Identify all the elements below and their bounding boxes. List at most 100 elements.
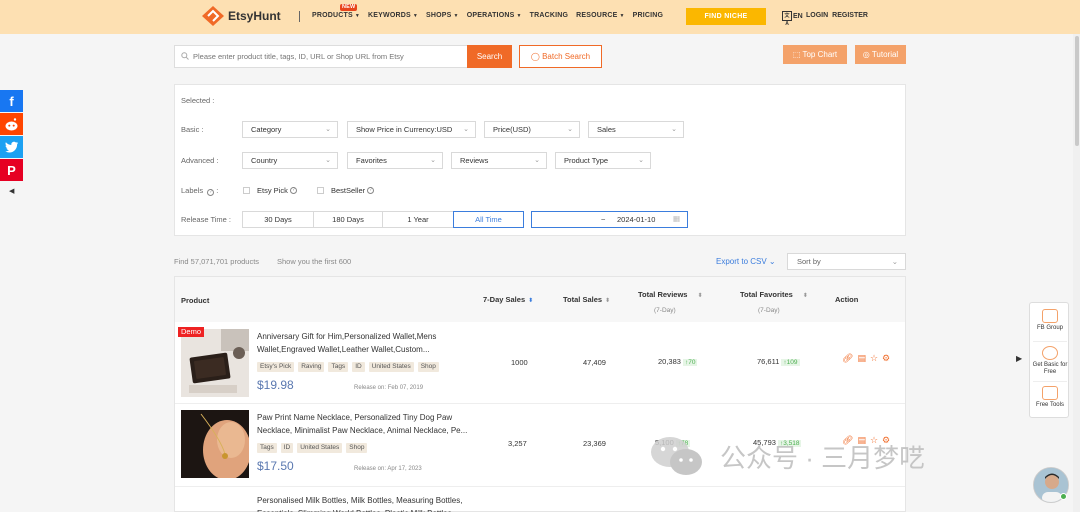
chevron-down-icon: ▼	[354, 12, 361, 19]
currency-select[interactable]: Show Price in Currency:USD ⌄	[347, 121, 476, 138]
tag-tags[interactable]: Tags	[328, 362, 349, 372]
nav-operations[interactable]: OPERATIONS ▼	[467, 12, 522, 19]
currency-select-label: Show Price in Currency:USD	[356, 125, 453, 134]
search-box[interactable]	[174, 45, 468, 68]
product-type-select[interactable]: Product Type ⌄	[555, 152, 651, 169]
nav-keywords[interactable]: KEYWORDS ▼	[368, 12, 418, 19]
results-count: Find 57,071,701 products	[174, 257, 260, 266]
chevron-down-icon: ⌄	[891, 257, 898, 266]
date-range-picker[interactable]: ~ 2024-01-10 ▦	[531, 211, 688, 228]
labels-label: Labels ? :	[181, 186, 219, 196]
batch-search-label: Batch Search	[542, 52, 591, 61]
tag-id[interactable]: ID	[352, 362, 365, 372]
sales-select[interactable]: Sales ⌄	[588, 121, 684, 138]
total-favorites-value: 76,611	[757, 357, 780, 366]
seven-day-sales: 3,257	[508, 439, 527, 448]
checkbox-icon	[243, 187, 250, 194]
top-chart-button[interactable]: ⬚ Top Chart	[783, 45, 847, 64]
header-7day-sales[interactable]: 7-Day Sales ⬍	[483, 295, 533, 304]
social-share-bar: f P	[0, 90, 23, 182]
header-total-favorites-label: Total Favorites	[740, 290, 793, 299]
help-icon[interactable]: ?	[367, 187, 375, 194]
facebook-icon[interactable]: f	[0, 90, 23, 112]
tutorial-icon: ◎	[862, 50, 870, 59]
product-title[interactable]: Paw Print Name Necklace, Personalized Ti…	[257, 411, 473, 437]
nav-shops[interactable]: SHOPS ▼	[426, 12, 459, 19]
product-image[interactable]	[181, 329, 249, 397]
nav-pricing[interactable]: PRICING	[633, 12, 664, 19]
free-tools-link[interactable]: Free Tools	[1030, 386, 1070, 408]
time-180-days[interactable]: 180 Days	[313, 211, 383, 228]
auth-links: LOGIN REGISTER	[806, 12, 868, 19]
nav-products[interactable]: PRODUCTS ▼ NEW	[312, 4, 361, 19]
new-badge: NEW	[340, 4, 358, 11]
get-basic-link[interactable]: Get Basic for Free	[1030, 346, 1070, 376]
reviews-select[interactable]: Reviews ⌄	[451, 152, 547, 169]
reddit-icon[interactable]	[0, 113, 23, 135]
expand-arrow-icon[interactable]: ▶	[1016, 354, 1022, 363]
header-total-favorites[interactable]: Total Favorites ⬍	[740, 290, 808, 299]
favorites-select-label: Favorites	[356, 156, 387, 165]
release-time-label: Release Time :	[181, 215, 232, 224]
sort-icon: ⬍	[802, 293, 808, 299]
country-select[interactable]: Country ⌄	[242, 152, 338, 169]
sort-by-select[interactable]: Sort by ⌄	[787, 253, 906, 270]
twitter-icon[interactable]	[0, 136, 23, 158]
etsy-pick-checkbox[interactable]: Etsy Pick?	[243, 186, 297, 195]
seven-day-sales: 1000	[511, 358, 528, 367]
scrollbar-thumb[interactable]	[1075, 36, 1079, 146]
register-link[interactable]: REGISTER	[832, 12, 868, 19]
favorites-select[interactable]: Favorites ⌄	[347, 152, 443, 169]
nav-links: PRODUCTS ▼ NEW KEYWORDS ▼ SHOPS ▼ OPERAT…	[312, 4, 671, 19]
free-tools-label: Free Tools	[1036, 402, 1064, 408]
nav-resource[interactable]: RESOURCE ▼	[576, 12, 624, 19]
header-reviews-sub: (7-Day)	[654, 307, 676, 314]
tag-shop[interactable]: Shop	[417, 362, 439, 372]
tutorial-button[interactable]: ◎ Tutorial	[855, 45, 906, 64]
calendar-icon: ▦	[673, 214, 681, 223]
help-icon[interactable]: ?	[207, 189, 215, 196]
etsyhunt-logo[interactable]: EtsyHunt	[201, 5, 281, 27]
tag-id[interactable]: ID	[280, 443, 294, 453]
tag-tags[interactable]: Tags	[257, 443, 277, 453]
price-select[interactable]: Price(USD) ⌄	[484, 121, 580, 138]
chevron-down-icon: ⌄	[567, 126, 573, 133]
help-icon[interactable]: ?	[289, 187, 297, 194]
chart-icon: ⬚	[792, 50, 801, 59]
nav-products-label: PRODUCTS	[312, 12, 353, 19]
pinterest-icon[interactable]: P	[0, 159, 23, 181]
price-select-label: Price(USD)	[493, 125, 531, 134]
tag-shop[interactable]: Shop	[346, 443, 368, 453]
settings-icon[interactable]: ⚙︎	[882, 353, 890, 364]
product-image[interactable]	[181, 410, 249, 478]
basic-label: Basic :	[181, 125, 204, 134]
bestseller-checkbox[interactable]: BestSeller?	[317, 186, 375, 195]
language-switch[interactable]: 文A EN	[782, 11, 803, 27]
time-all-time[interactable]: All Time	[453, 211, 524, 228]
find-niche-button[interactable]: FIND NICHE	[686, 8, 766, 25]
link-icon[interactable]: 🔗︎	[842, 353, 853, 364]
nav-pricing-label: PRICING	[632, 12, 664, 19]
nav-tracking-label: TRACKING	[529, 12, 569, 19]
header-total-reviews[interactable]: Total Reviews ⬍	[638, 290, 703, 299]
export-csv-label: Export to CSV	[716, 257, 767, 266]
fb-group-link[interactable]: FB Group	[1030, 309, 1070, 331]
header-product: Product	[181, 296, 210, 305]
star-icon[interactable]: ☆	[870, 353, 878, 364]
header-total-sales[interactable]: Total Sales ⬍	[563, 295, 610, 304]
search-input[interactable]	[193, 52, 463, 61]
batch-search-button[interactable]: ◯ Batch Search	[519, 45, 602, 68]
collapse-arrow-icon[interactable]: ◀	[9, 187, 14, 195]
search-button[interactable]: Search	[467, 45, 512, 68]
category-select[interactable]: Category ⌄	[242, 121, 338, 138]
date-end: 2024-01-10	[617, 215, 656, 224]
export-csv-link[interactable]: Export to CSV ⌄	[716, 257, 776, 266]
login-link[interactable]: LOGIN	[806, 12, 828, 19]
time-30-days[interactable]: 30 Days	[242, 211, 314, 228]
product-tags: Etsy's Pick Raving Tags ID United States…	[257, 362, 439, 372]
product-title[interactable]: Personalised Milk Bottles, Milk Bottles,…	[257, 494, 473, 512]
nav-tracking[interactable]: TRACKING	[530, 12, 569, 19]
time-1-year[interactable]: 1 Year	[382, 211, 454, 228]
product-title[interactable]: Anniversary Gift for Him,Personalized Wa…	[257, 330, 473, 356]
details-icon[interactable]: ▤	[857, 353, 866, 364]
